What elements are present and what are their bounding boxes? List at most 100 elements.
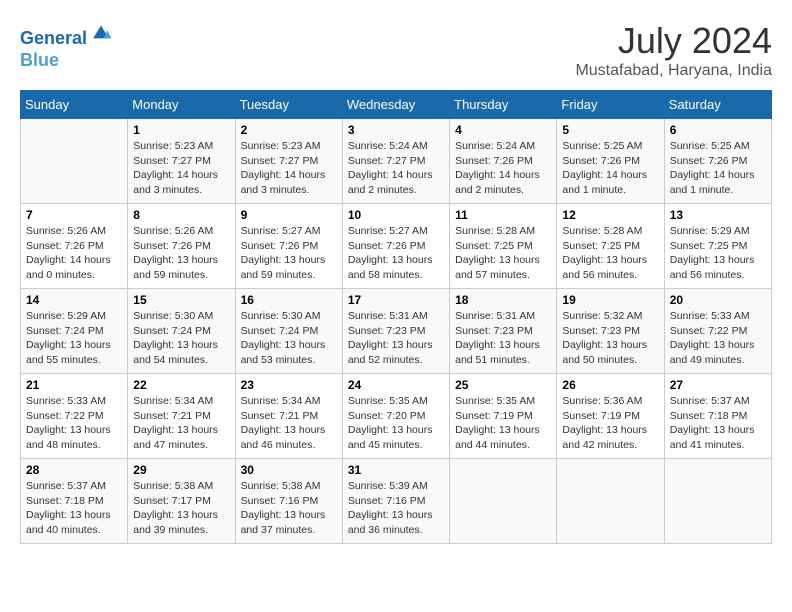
day-header-monday: Monday [128, 91, 235, 119]
page-header: General Blue July 2024 Mustafabad, Harya… [20, 20, 772, 80]
calendar-cell: 29Sunrise: 5:38 AM Sunset: 7:17 PM Dayli… [128, 459, 235, 544]
calendar-week-row: 21 Sunrise: 5:33 AM Sunset: 7:22 PM Dayli… [21, 374, 772, 459]
day-info: Sunrise: 5:33 AM Sunset: 7:22 PM Dayligh… [26, 394, 122, 453]
day-number: 12 [562, 208, 658, 222]
calendar-cell: 24 Sunrise: 5:35 AM Sunset: 7:20 PM Dayli… [342, 374, 449, 459]
logo: General Blue [20, 20, 113, 71]
day-info: Sunrise: 5:34 AM Sunset: 7:21 PM Dayligh… [241, 394, 337, 453]
day-header-saturday: Saturday [664, 91, 771, 119]
day-info: Sunrise: 5:24 AM Sunset: 7:26 PM Dayligh… [455, 139, 551, 198]
calendar-week-row: 1 Sunrise: 5:23 AM Sunset: 7:27 PM Daylig… [21, 119, 772, 204]
logo-text: General [20, 20, 113, 50]
day-number: 1 [133, 123, 229, 137]
day-header-tuesday: Tuesday [235, 91, 342, 119]
day-number: 25 [455, 378, 551, 392]
day-info: Sunrise: 5:25 AM Sunset: 7:26 PM Dayligh… [670, 139, 766, 198]
calendar-cell: 11 Sunrise: 5:28 AM Sunset: 7:25 PM Dayli… [450, 204, 557, 289]
day-info: Sunrise: 5:33 AM Sunset: 7:22 PM Dayligh… [670, 309, 766, 368]
calendar-cell [557, 459, 664, 544]
day-info: Sunrise: 5:29 AM Sunset: 7:25 PM Dayligh… [670, 224, 766, 283]
calendar-cell: 8Sunrise: 5:26 AM Sunset: 7:26 PM Daylig… [128, 204, 235, 289]
day-number: 26 [562, 378, 658, 392]
day-number: 14 [26, 293, 122, 307]
day-number: 3 [348, 123, 444, 137]
calendar-week-row: 28 Sunrise: 5:37 AM Sunset: 7:18 PM Dayli… [21, 459, 772, 544]
day-number: 9 [241, 208, 337, 222]
calendar-cell: 7 Sunrise: 5:26 AM Sunset: 7:26 PM Daylig… [21, 204, 128, 289]
day-info: Sunrise: 5:32 AM Sunset: 7:23 PM Dayligh… [562, 309, 658, 368]
day-info: Sunrise: 5:23 AM Sunset: 7:27 PM Dayligh… [133, 139, 229, 198]
day-number: 27 [670, 378, 766, 392]
day-number: 2 [241, 123, 337, 137]
calendar-cell: 2Sunrise: 5:23 AM Sunset: 7:27 PM Daylig… [235, 119, 342, 204]
day-info: Sunrise: 5:30 AM Sunset: 7:24 PM Dayligh… [133, 309, 229, 368]
location: Mustafabad, Haryana, India [575, 62, 772, 80]
day-info: Sunrise: 5:37 AM Sunset: 7:18 PM Dayligh… [670, 394, 766, 453]
day-header-sunday: Sunday [21, 91, 128, 119]
day-number: 22 [133, 378, 229, 392]
day-info: Sunrise: 5:34 AM Sunset: 7:21 PM Dayligh… [133, 394, 229, 453]
day-number: 19 [562, 293, 658, 307]
calendar-cell: 9 Sunrise: 5:27 AM Sunset: 7:26 PM Daylig… [235, 204, 342, 289]
calendar-cell: 19 Sunrise: 5:32 AM Sunset: 7:23 PM Dayli… [557, 289, 664, 374]
day-number: 18 [455, 293, 551, 307]
calendar-cell: 10 Sunrise: 5:27 AM Sunset: 7:26 PM Dayli… [342, 204, 449, 289]
month-title: July 2024 [575, 20, 772, 62]
day-number: 23 [241, 378, 337, 392]
calendar-table: SundayMondayTuesdayWednesdayThursdayFrid… [20, 90, 772, 544]
day-number: 6 [670, 123, 766, 137]
day-number: 29 [133, 463, 229, 477]
day-info: Sunrise: 5:28 AM Sunset: 7:25 PM Dayligh… [455, 224, 551, 283]
calendar-cell: 16 Sunrise: 5:30 AM Sunset: 7:24 PM Dayli… [235, 289, 342, 374]
day-number: 31 [348, 463, 444, 477]
calendar-cell: 25 Sunrise: 5:35 AM Sunset: 7:19 PM Dayli… [450, 374, 557, 459]
calendar-cell: 5Sunrise: 5:25 AM Sunset: 7:26 PM Daylig… [557, 119, 664, 204]
calendar-cell: 31 Sunrise: 5:39 AM Sunset: 7:16 PM Dayli… [342, 459, 449, 544]
day-number: 20 [670, 293, 766, 307]
day-info: Sunrise: 5:27 AM Sunset: 7:26 PM Dayligh… [348, 224, 444, 283]
calendar-cell [664, 459, 771, 544]
calendar-cell: 3Sunrise: 5:24 AM Sunset: 7:27 PM Daylig… [342, 119, 449, 204]
logo-line1: General [20, 28, 87, 48]
day-number: 4 [455, 123, 551, 137]
day-number: 16 [241, 293, 337, 307]
day-info: Sunrise: 5:39 AM Sunset: 7:16 PM Dayligh… [348, 479, 444, 538]
title-area: July 2024 Mustafabad, Haryana, India [575, 20, 772, 80]
day-info: Sunrise: 5:31 AM Sunset: 7:23 PM Dayligh… [348, 309, 444, 368]
day-info: Sunrise: 5:31 AM Sunset: 7:23 PM Dayligh… [455, 309, 551, 368]
day-number: 28 [26, 463, 122, 477]
day-info: Sunrise: 5:35 AM Sunset: 7:20 PM Dayligh… [348, 394, 444, 453]
logo-line2: Blue [20, 50, 113, 72]
logo-icon [89, 20, 113, 44]
calendar-cell: 30Sunrise: 5:38 AM Sunset: 7:16 PM Dayli… [235, 459, 342, 544]
calendar-cell: 17 Sunrise: 5:31 AM Sunset: 7:23 PM Dayli… [342, 289, 449, 374]
calendar-week-row: 14 Sunrise: 5:29 AM Sunset: 7:24 PM Dayli… [21, 289, 772, 374]
day-info: Sunrise: 5:37 AM Sunset: 7:18 PM Dayligh… [26, 479, 122, 538]
calendar-cell: 26 Sunrise: 5:36 AM Sunset: 7:19 PM Dayli… [557, 374, 664, 459]
day-number: 30 [241, 463, 337, 477]
calendar-cell: 6 Sunrise: 5:25 AM Sunset: 7:26 PM Daylig… [664, 119, 771, 204]
calendar-week-row: 7 Sunrise: 5:26 AM Sunset: 7:26 PM Daylig… [21, 204, 772, 289]
day-info: Sunrise: 5:29 AM Sunset: 7:24 PM Dayligh… [26, 309, 122, 368]
calendar-cell: 22 Sunrise: 5:34 AM Sunset: 7:21 PM Dayli… [128, 374, 235, 459]
day-number: 11 [455, 208, 551, 222]
calendar-cell: 12Sunrise: 5:28 AM Sunset: 7:25 PM Dayli… [557, 204, 664, 289]
calendar-cell: 14 Sunrise: 5:29 AM Sunset: 7:24 PM Dayli… [21, 289, 128, 374]
calendar-cell: 27 Sunrise: 5:37 AM Sunset: 7:18 PM Dayli… [664, 374, 771, 459]
calendar-cell [21, 119, 128, 204]
day-number: 13 [670, 208, 766, 222]
day-number: 10 [348, 208, 444, 222]
day-info: Sunrise: 5:27 AM Sunset: 7:26 PM Dayligh… [241, 224, 337, 283]
day-info: Sunrise: 5:36 AM Sunset: 7:19 PM Dayligh… [562, 394, 658, 453]
day-header-thursday: Thursday [450, 91, 557, 119]
day-header-wednesday: Wednesday [342, 91, 449, 119]
day-info: Sunrise: 5:26 AM Sunset: 7:26 PM Dayligh… [133, 224, 229, 283]
day-number: 21 [26, 378, 122, 392]
day-number: 24 [348, 378, 444, 392]
day-number: 7 [26, 208, 122, 222]
day-number: 17 [348, 293, 444, 307]
calendar-cell: 1 Sunrise: 5:23 AM Sunset: 7:27 PM Daylig… [128, 119, 235, 204]
day-info: Sunrise: 5:30 AM Sunset: 7:24 PM Dayligh… [241, 309, 337, 368]
day-info: Sunrise: 5:35 AM Sunset: 7:19 PM Dayligh… [455, 394, 551, 453]
day-info: Sunrise: 5:26 AM Sunset: 7:26 PM Dayligh… [26, 224, 122, 283]
